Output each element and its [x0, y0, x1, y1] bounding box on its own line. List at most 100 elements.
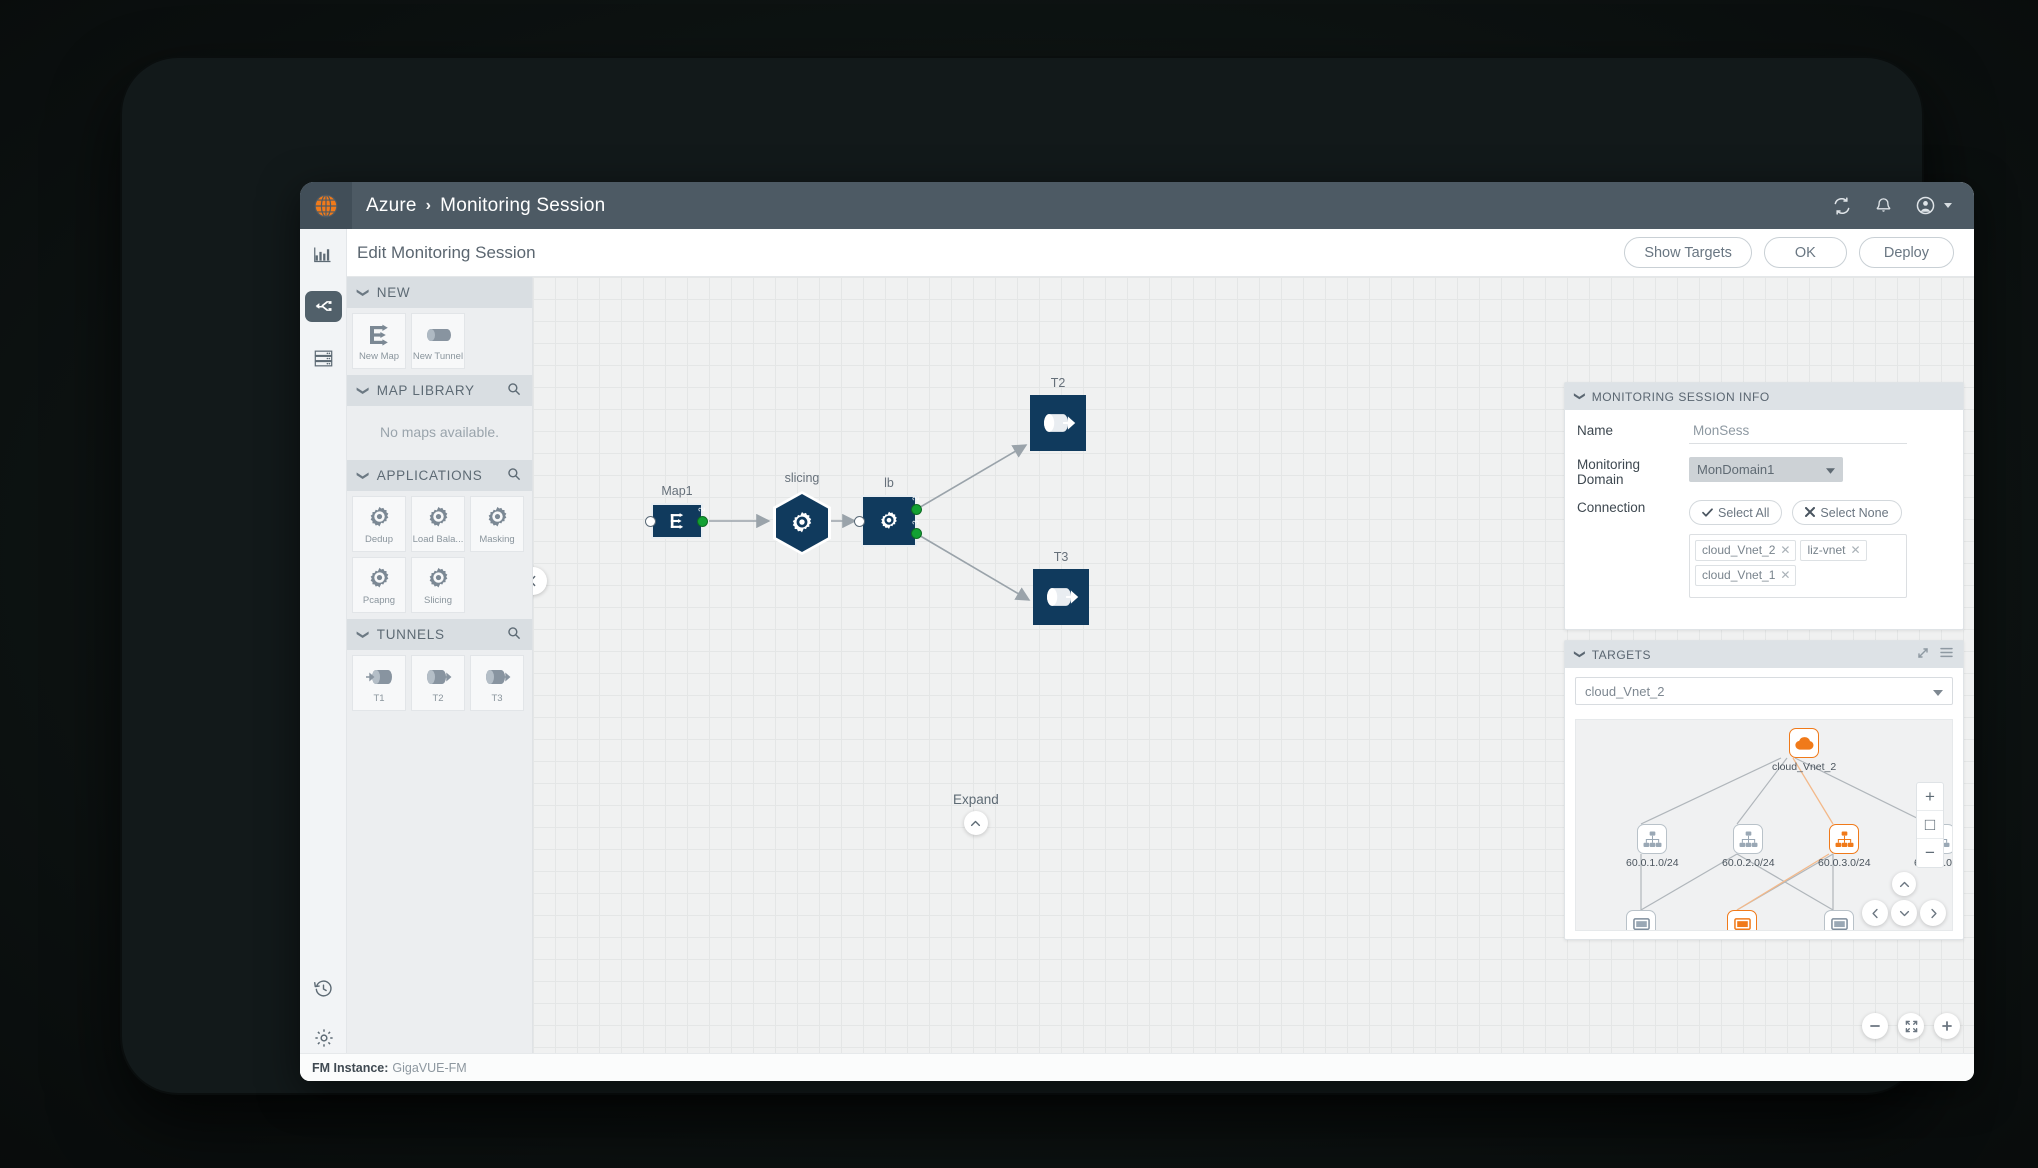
sidebar-item-history[interactable]: [300, 963, 347, 1013]
tile-label: New Map: [358, 350, 400, 362]
canvas-fit-screen-button[interactable]: [1898, 1013, 1924, 1039]
select-none-button[interactable]: Select None: [1792, 500, 1902, 525]
targets-zoom-in-button[interactable]: +: [1917, 783, 1943, 811]
section-header-new[interactable]: ❯ NEW: [347, 277, 532, 308]
chip-remove-icon[interactable]: ✕: [1780, 543, 1790, 557]
deploy-button[interactable]: Deploy: [1858, 237, 1954, 268]
canvas-node-slicing[interactable]: slicing: [773, 471, 831, 555]
search-icon[interactable]: [507, 382, 521, 399]
canvas-node-t3[interactable]: T3: [1033, 550, 1089, 625]
page-title: Edit Monitoring Session: [357, 242, 536, 262]
tile-tunnel-t2[interactable]: T2: [411, 655, 465, 711]
targets-topology-graph[interactable]: cloud_Vnet_2 60.0.1.0/24 60.0.2.0/24 60.…: [1575, 719, 1953, 931]
targets-pan-controls: [1862, 900, 1946, 926]
targets-reset-button[interactable]: □: [1917, 811, 1943, 839]
session-name-input[interactable]: [1689, 423, 1907, 444]
search-icon[interactable]: [507, 626, 521, 643]
sidebar-item-dashboard[interactable]: [300, 229, 347, 279]
targets-pan-up-button[interactable]: [1892, 872, 1916, 896]
close-icon: [1805, 506, 1816, 520]
connection-chip-list[interactable]: cloud_Vnet_2 ✕ liz-vnet ✕ cloud_Vnet_1 ✕: [1689, 534, 1907, 598]
tile-tunnel-t3[interactable]: T3: [470, 655, 524, 711]
target-node-host[interactable]: centos-agent-...: [1706, 910, 1779, 930]
gear-app-icon: [792, 511, 812, 533]
tile-new-map[interactable]: New Map: [352, 313, 406, 369]
tile-slicing[interactable]: Slicing: [411, 557, 465, 613]
port-in[interactable]: [854, 516, 865, 527]
monitoring-session-info-panel: ❯ MONITORING SESSION INFO Name Monitorin…: [1564, 382, 1964, 630]
bell-icon[interactable]: [1874, 196, 1893, 216]
expand-control[interactable]: Expand: [953, 792, 999, 835]
targets-pan-down-button[interactable]: [1891, 900, 1917, 926]
tile-load-balancer[interactable]: Load Bala...: [411, 496, 465, 552]
tile-label: T2: [432, 692, 444, 704]
expand-button[interactable]: [963, 811, 988, 835]
section-header-map-library[interactable]: ❯ MAP LIBRARY: [347, 375, 532, 406]
chip-remove-icon[interactable]: ✕: [1780, 568, 1790, 582]
targets-header-icons: [1917, 647, 1953, 662]
status-bar: FM Instance: GigaVUE-FM: [300, 1053, 1974, 1081]
canvas-zoom-in-button[interactable]: [1934, 1013, 1960, 1039]
settings-gear-icon: [314, 1029, 333, 1047]
tile-pcapng[interactable]: Pcapng: [352, 557, 406, 613]
target-node-subnet[interactable]: 60.0.1.0/24: [1626, 824, 1679, 869]
target-node-subnet[interactable]: 60.0.3.0/24: [1818, 824, 1871, 869]
canvas-node-map1[interactable]: Map1 2: [645, 484, 708, 539]
targets-panel-title: TARGETS: [1591, 647, 1651, 662]
edge-lb-t2: [916, 444, 1028, 510]
port-number: 2: [911, 496, 921, 501]
chip-remove-icon[interactable]: ✕: [1850, 543, 1860, 557]
canvas-zoom-out-button[interactable]: [1862, 1013, 1888, 1039]
port-out-3[interactable]: [911, 528, 922, 539]
targets-zoom-out-button[interactable]: −: [1917, 839, 1943, 867]
expand-diagonal-icon[interactable]: [1917, 647, 1929, 662]
user-avatar-icon[interactable]: [1915, 195, 1936, 216]
canvas-node-t2[interactable]: T2: [1030, 376, 1086, 451]
breadcrumb-root[interactable]: Azure: [366, 195, 417, 217]
info-panel-header[interactable]: ❯ MONITORING SESSION INFO: [1565, 383, 1963, 410]
app-logo[interactable]: [300, 182, 352, 229]
sidebar-item-inventory[interactable]: [300, 333, 347, 383]
cloud-icon: [1789, 728, 1820, 758]
search-icon[interactable]: [507, 467, 521, 484]
target-node-vnet[interactable]: cloud_Vnet_2: [1772, 728, 1836, 773]
connection-chip[interactable]: cloud_Vnet_1 ✕: [1695, 565, 1797, 586]
tile-tunnel-t1[interactable]: T1: [352, 655, 406, 711]
targets-pan-right-button[interactable]: [1920, 900, 1946, 926]
tile-dedup[interactable]: Dedup: [352, 496, 406, 552]
port-out[interactable]: [697, 516, 708, 527]
targets-pan-left-button[interactable]: [1862, 900, 1888, 926]
targets-panel-header[interactable]: ❯ TARGETS: [1565, 641, 1963, 668]
globe-icon: [314, 194, 338, 217]
hamburger-menu-icon[interactable]: [1940, 647, 1953, 662]
targets-vnet-select[interactable]: cloud_Vnet_2: [1575, 677, 1953, 705]
targets-zoom-controls: + □ −: [1916, 782, 1944, 868]
connection-chip[interactable]: cloud_Vnet_2 ✕: [1695, 540, 1797, 561]
select-all-button[interactable]: Select All: [1689, 500, 1783, 525]
chip-label: cloud_Vnet_1: [1702, 568, 1776, 582]
port-number: 3: [911, 520, 921, 525]
tile-masking[interactable]: Masking: [470, 496, 524, 552]
port-out-2[interactable]: [911, 504, 922, 515]
account-chevron-down-icon[interactable]: [1944, 203, 1952, 208]
tile-new-tunnel[interactable]: New Tunnel: [411, 313, 465, 369]
section-header-applications[interactable]: ❯ APPLICATIONS: [347, 460, 532, 491]
canvas-node-lb[interactable]: lb 2 3: [854, 476, 922, 547]
history-icon: [314, 979, 332, 996]
topology-canvas[interactable]: Map1 2 slicing lb 2 3 T2 T3 Expand ❯ MON…: [533, 277, 1974, 1053]
port-in[interactable]: [645, 516, 656, 527]
chevron-left-icon: [533, 575, 536, 587]
section-header-tunnels[interactable]: ❯ TUNNELS: [347, 619, 532, 650]
sidebar-item-traffic-split[interactable]: [300, 279, 347, 333]
target-node-label: 60.0.1.0/24: [1626, 857, 1679, 869]
chevron-down-icon: ❯: [356, 470, 371, 481]
top-bar: Azure › Monitoring Session: [300, 182, 1974, 229]
tunnel-out-icon: [482, 663, 512, 691]
show-targets-button[interactable]: Show Targets: [1624, 237, 1752, 268]
ok-button[interactable]: OK: [1763, 237, 1847, 268]
connection-chip[interactable]: liz-vnet ✕: [1800, 540, 1867, 561]
refresh-icon[interactable]: [1832, 196, 1852, 216]
monitoring-domain-select[interactable]: MonDomain1: [1689, 457, 1843, 482]
target-node-subnet[interactable]: 60.0.2.0/24: [1722, 824, 1775, 869]
target-node-host[interactable]: trex: [1626, 910, 1656, 930]
